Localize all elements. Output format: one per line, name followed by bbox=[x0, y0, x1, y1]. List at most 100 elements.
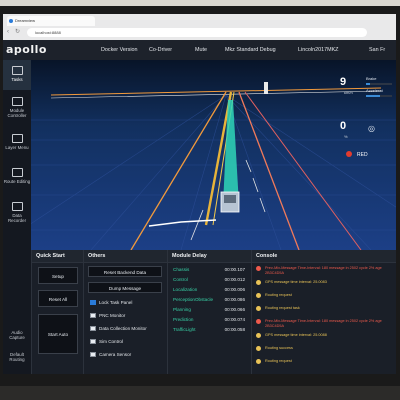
error-icon bbox=[256, 266, 261, 271]
sidebar-item-layer-menu[interactable]: Layer Menu bbox=[3, 132, 31, 162]
console-message: GPS message time interval: 25.0088 bbox=[256, 333, 394, 341]
module-delay-value: 00:00.066 bbox=[224, 307, 245, 312]
address-bar[interactable]: localhost:8888 bbox=[27, 28, 367, 37]
console-panel: Console Prev-Mix-Message Time-Interval: … bbox=[251, 250, 396, 374]
steering-wheel-icon: ◎ bbox=[368, 124, 375, 133]
delay-row: Control 00:00.012 bbox=[173, 275, 245, 284]
steering-value: 0 bbox=[340, 120, 347, 132]
sidebar-item-audio-capture[interactable]: Audio Capture bbox=[3, 330, 31, 346]
module-delay-value: 00:00.006 bbox=[224, 287, 245, 292]
brake-bar-fill bbox=[366, 83, 370, 85]
module-name: Prediction bbox=[173, 317, 194, 322]
speed-unit: km/h bbox=[344, 90, 353, 95]
checkbox-icon bbox=[90, 313, 96, 319]
checkbox-icon bbox=[90, 352, 96, 358]
data-collection-monitor-toggle[interactable]: Data Collection Monitor bbox=[90, 324, 147, 333]
monitor-frame: Dreamview ‹ ↻ localhost:8888 apollo Dock… bbox=[0, 6, 400, 386]
reload-icon[interactable]: ↻ bbox=[15, 28, 21, 37]
toggle-label: Sim Control bbox=[99, 339, 123, 344]
scene-view[interactable]: 9 km/h Brake Accelerat 0 % ◎ RED bbox=[31, 60, 396, 250]
delay-row: TrafficLight 00:00.058 bbox=[173, 325, 245, 334]
back-icon[interactable]: ‹ bbox=[7, 28, 13, 37]
module-delay-value: 00:00.086 bbox=[224, 297, 245, 302]
co-driver-toggle[interactable]: Co-Driver bbox=[149, 47, 172, 53]
scene-canvas bbox=[31, 60, 396, 250]
console-message-text: Prev-Mix-Message Time-Interval: 180 mess… bbox=[265, 319, 382, 328]
console-message: Routing request task bbox=[256, 306, 394, 314]
sidebar-item-label: Audio Capture bbox=[9, 330, 25, 340]
pnc-monitor-toggle[interactable]: PNC Monitor bbox=[90, 311, 125, 320]
module-delay-value: 00:00.074 bbox=[224, 317, 245, 322]
brake-label: Brake bbox=[366, 76, 377, 81]
module-name: PerceptionObstacle bbox=[173, 297, 214, 302]
module-delay-title: Module Delay bbox=[168, 250, 251, 263]
sidebar-item-label: Data Recorder bbox=[7, 213, 27, 223]
module-name: TrafficLight bbox=[173, 327, 196, 332]
mute-toggle[interactable]: Mute bbox=[195, 47, 207, 53]
browser-tab[interactable]: Dreamview bbox=[7, 16, 95, 26]
accel-bar-fill bbox=[366, 95, 381, 97]
warning-icon bbox=[256, 293, 261, 298]
sidebar-item-label: Default Routing bbox=[9, 352, 25, 362]
others-panel: Others Reset Backend Data Dump Message L… bbox=[83, 250, 167, 374]
reset-all-button[interactable]: Reset All bbox=[38, 290, 78, 307]
module-delay-value: 00:00.012 bbox=[224, 277, 245, 282]
module-delay-value: 00:00.107 bbox=[224, 267, 245, 272]
sidebar-item-tasks[interactable]: Tasks bbox=[3, 60, 31, 90]
tasks-icon bbox=[11, 66, 23, 75]
tab-title: Dreamview bbox=[15, 18, 36, 23]
browser-chrome: Dreamview ‹ ↻ localhost:8888 bbox=[3, 14, 396, 40]
toggle-label: Camera Sensor bbox=[99, 352, 132, 357]
checkbox-icon bbox=[90, 339, 96, 345]
route-editing-icon bbox=[11, 168, 23, 177]
setup-button[interactable]: Setup bbox=[38, 267, 78, 284]
dump-message-button[interactable]: Dump Message bbox=[88, 282, 162, 293]
checkbox-checked-icon bbox=[90, 300, 96, 306]
reset-backend-data-button[interactable]: Reset Backend Data bbox=[88, 266, 162, 277]
module-name: Chassis bbox=[173, 267, 190, 272]
toggle-label: Data Collection Monitor bbox=[99, 326, 147, 331]
steering-unit: % bbox=[344, 134, 348, 139]
console-message-text: Prev-Mix-Message Time-Interval: 180 mess… bbox=[265, 266, 382, 275]
sidebar-item-module-controller[interactable]: Module Controller bbox=[3, 93, 31, 127]
screen: Dreamview ‹ ↻ localhost:8888 apollo Dock… bbox=[3, 14, 396, 374]
console-message: Routing request bbox=[256, 293, 394, 301]
module-controller-icon bbox=[11, 97, 23, 106]
app-header: apollo Docker Version Co-Driver Mute Mkz… bbox=[3, 40, 396, 60]
sim-control-toggle[interactable]: Sim Control bbox=[90, 337, 123, 346]
accel-label: Accelerat bbox=[366, 88, 383, 93]
toggle-label: Lock Task Panel bbox=[99, 300, 133, 305]
console-message-text: Routing request bbox=[265, 293, 292, 297]
warning-icon bbox=[256, 280, 261, 285]
checkbox-icon bbox=[90, 326, 96, 332]
tab-favicon-icon bbox=[9, 19, 13, 23]
toggle-label: PNC Monitor bbox=[99, 313, 126, 318]
camera-sensor-toggle[interactable]: Camera Sensor bbox=[90, 350, 131, 359]
app-logo: apollo bbox=[6, 43, 47, 56]
sidebar-item-default-routing[interactable]: Default Routing bbox=[3, 352, 31, 368]
lock-task-panel-toggle[interactable]: Lock Task Panel bbox=[90, 298, 132, 307]
data-recorder-icon bbox=[11, 202, 23, 211]
accel-bar bbox=[366, 95, 392, 97]
sidebar-item-data-recorder[interactable]: Data Recorder bbox=[3, 200, 31, 230]
warning-icon bbox=[256, 306, 261, 311]
map-selector[interactable]: San Fr bbox=[369, 47, 385, 53]
module-delay-value: 00:00.058 bbox=[224, 327, 245, 332]
console-message-text: GPS message time interval: 25.0083 bbox=[265, 280, 327, 284]
sidebar-item-label: Tasks bbox=[11, 77, 23, 82]
traffic-light-icon bbox=[346, 151, 352, 157]
mode-selector[interactable]: Mkz Standard Debug bbox=[225, 47, 276, 53]
start-auto-button[interactable]: Start Auto bbox=[38, 314, 78, 354]
sidebar: Tasks Module Controller Layer Menu Route… bbox=[3, 60, 32, 374]
console-title: Console bbox=[252, 250, 396, 263]
vehicle-selector[interactable]: Lincoln2017MKZ bbox=[298, 47, 338, 53]
desk-surface bbox=[0, 386, 400, 400]
others-title: Others bbox=[84, 250, 167, 263]
traffic-light-status: RED bbox=[357, 152, 368, 158]
brake-bar bbox=[366, 83, 392, 85]
sidebar-item-route-editing[interactable]: Route Editing bbox=[3, 166, 31, 196]
warning-icon bbox=[256, 333, 261, 338]
ego-vehicle-roof bbox=[224, 195, 236, 203]
delay-row: Localization 00:00.006 bbox=[173, 285, 245, 294]
console-message: Routing success bbox=[256, 346, 394, 354]
